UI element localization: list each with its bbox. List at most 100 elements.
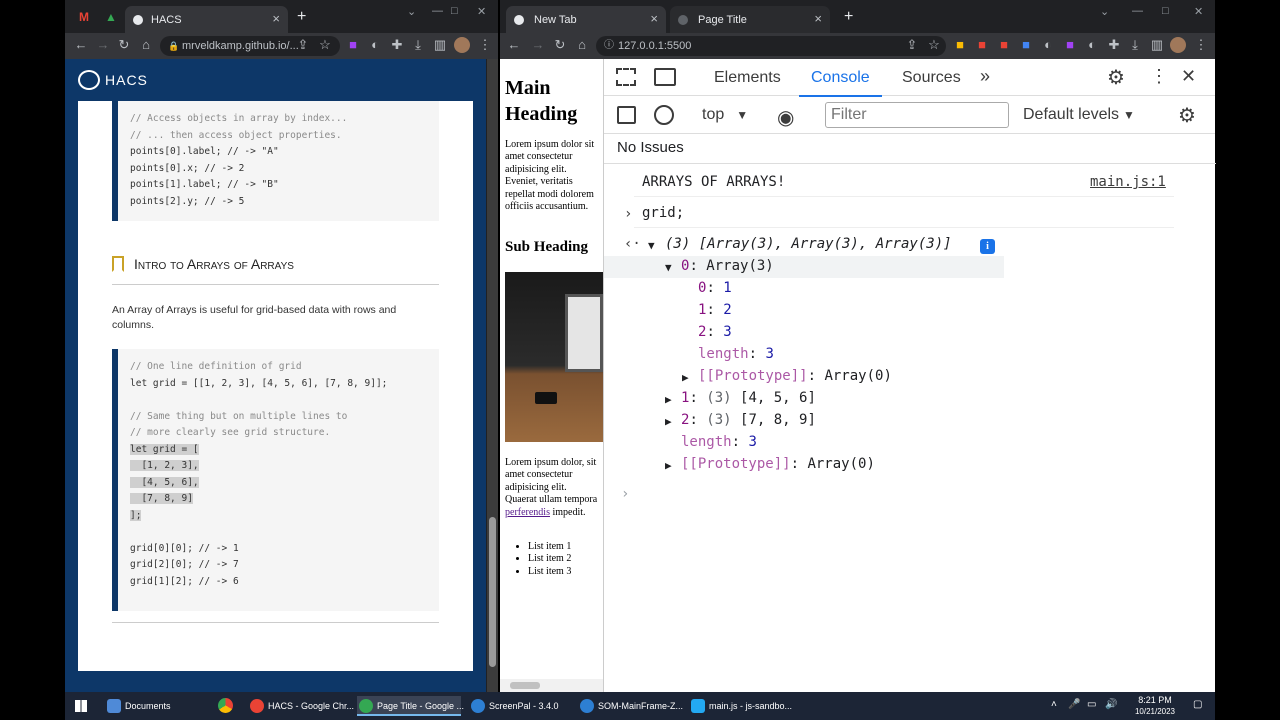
menu-icon[interactable]: ⋮ — [477, 37, 493, 53]
download-icon[interactable]: ⤓ — [410, 37, 426, 53]
sidepanel-icon[interactable]: ▥ — [1149, 37, 1165, 53]
extension-icon[interactable]: ■ — [996, 37, 1012, 53]
page-scrollbar[interactable] — [487, 59, 498, 692]
reload-icon[interactable]: ↻ — [116, 37, 132, 53]
close-window-icon[interactable]: ✕ — [477, 5, 486, 18]
issues-bar[interactable]: No Issues — [617, 139, 684, 156]
close-tab-icon[interactable]: × — [814, 11, 822, 26]
tab-search-icon[interactable]: ⌄ — [1100, 5, 1109, 18]
extension-icon[interactable]: ◐ — [367, 37, 383, 53]
tree-node-0[interactable]: 0: Array(3) — [681, 258, 774, 274]
taskbar-item-vscode[interactable]: main.js - js-sandbo... — [689, 696, 793, 716]
forward-icon[interactable]: → — [530, 37, 546, 53]
horizontal-scrollbar[interactable] — [500, 679, 603, 692]
selected-text[interactable]: [7, 8, 9] — [130, 493, 193, 504]
bookmark-star-icon[interactable]: ☆ — [317, 37, 333, 53]
result-summary[interactable]: (3) [Array(3), Array(3), Array(3)] — [665, 236, 952, 252]
taskbar-item-documents[interactable]: Documents — [105, 696, 205, 716]
device-toolbar-icon[interactable] — [654, 68, 676, 86]
notification-icon[interactable]: ▢ — [1193, 699, 1202, 710]
console-prompt-icon[interactable]: › — [621, 486, 629, 502]
levels-dropdown[interactable]: Default levels ▼ — [1023, 106, 1135, 124]
filter-input[interactable] — [825, 102, 1009, 128]
forward-icon[interactable]: → — [95, 37, 111, 53]
scrollbar-thumb[interactable] — [510, 682, 540, 689]
gmail-pinned-icon[interactable]: M — [79, 10, 89, 24]
tab-console[interactable]: Console — [799, 69, 882, 97]
tab-new-tab[interactable]: New Tab × — [506, 6, 666, 33]
tab-search-icon[interactable]: ⌄ — [407, 5, 416, 18]
extension-icon[interactable]: ■ — [1018, 37, 1034, 53]
scrollbar-thumb[interactable] — [489, 517, 496, 667]
puzzle-icon[interactable]: ✚ — [1106, 37, 1122, 53]
reload-icon[interactable]: ↻ — [552, 37, 568, 53]
extension-icon[interactable]: ■ — [345, 37, 361, 53]
back-icon[interactable]: ← — [506, 37, 522, 53]
avatar[interactable] — [454, 37, 470, 53]
taskbar-item-screenpal[interactable]: ScreenPal - 3.4.0 — [469, 696, 573, 716]
home-icon[interactable]: ⌂ — [574, 37, 590, 53]
maximize-icon[interactable]: □ — [451, 5, 458, 17]
perferendis-link[interactable]: perferendis — [505, 507, 550, 518]
selected-text[interactable]: [4, 5, 6], — [130, 476, 199, 488]
collapsed-triangle-icon[interactable]: ▶ — [665, 393, 672, 406]
kebab-menu-icon[interactable]: ⋮ — [1150, 66, 1168, 87]
close-window-icon[interactable]: ✕ — [1194, 5, 1203, 18]
collapsed-triangle-icon[interactable]: ▶ — [682, 371, 689, 384]
close-tab-icon[interactable]: × — [650, 11, 658, 26]
selected-text[interactable]: [1, 2, 3], — [130, 460, 199, 471]
collapsed-triangle-icon[interactable]: ▶ — [665, 459, 672, 472]
home-icon[interactable]: ⌂ — [138, 37, 154, 53]
context-selector[interactable]: top ▼ — [702, 106, 748, 124]
address-bar[interactable]: 🔒 mrveldkamp.github.io/... — [160, 36, 340, 56]
selected-text[interactable]: let grid = [ — [130, 443, 199, 455]
tab-elements[interactable]: Elements — [714, 69, 781, 87]
hacs-logo-icon[interactable] — [78, 70, 100, 90]
back-icon[interactable]: ← — [73, 37, 89, 53]
share-icon[interactable]: ⇪ — [295, 37, 311, 53]
clock[interactable]: 8:21 PM 10/21/2023 — [1125, 695, 1185, 717]
chrome-icon[interactable] — [218, 698, 233, 713]
selected-text[interactable]: ]; — [130, 509, 142, 521]
new-tab-icon[interactable]: + — [297, 8, 306, 26]
puzzle-icon[interactable]: ✚ — [389, 37, 405, 53]
extension-icon[interactable]: ◐ — [1040, 37, 1056, 53]
settings-gear-icon[interactable]: ⚙ — [1107, 65, 1125, 90]
share-icon[interactable]: ⇪ — [904, 37, 920, 53]
close-devtools-icon[interactable]: ✕ — [1181, 66, 1196, 87]
minimize-icon[interactable]: — — [432, 5, 443, 17]
menu-icon[interactable]: ⋮ — [1193, 37, 1209, 53]
sidebar-toggle-icon[interactable] — [617, 106, 636, 124]
inspect-element-icon[interactable] — [616, 68, 636, 86]
tree-node-2[interactable]: 2: (3) [7, 8, 9] — [681, 412, 816, 428]
prototype-node[interactable]: [[Prototype]]: Array(0) — [698, 368, 892, 384]
live-expression-eye-icon[interactable]: ◉ — [777, 105, 794, 130]
close-tab-icon[interactable]: × — [272, 11, 280, 26]
download-icon[interactable]: ⤓ — [1127, 37, 1143, 53]
tab-hacs[interactable]: HACS × — [125, 6, 288, 33]
taskbar-item-hacs[interactable]: HACS - Google Chr... — [248, 696, 354, 716]
taskbar-item-page-title[interactable]: Page Title - Google ... — [357, 696, 464, 716]
extension-icon[interactable]: ◐ — [1084, 37, 1100, 53]
tray-chevron-icon[interactable]: ˄ — [1051, 699, 1057, 710]
taskbar-item-som[interactable]: SOM-MainFrame-Z... — [578, 696, 688, 716]
site-title[interactable]: HACS — [105, 72, 148, 88]
bookmark-star-icon[interactable]: ☆ — [926, 37, 942, 53]
address-bar[interactable]: ⓘ 127.0.0.1:5500 — [596, 36, 946, 56]
extension-icon[interactable]: ■ — [952, 37, 968, 53]
network-icon[interactable]: ▭ — [1087, 699, 1096, 710]
clear-console-icon[interactable] — [654, 105, 674, 125]
tab-page-title[interactable]: Page Title × — [670, 6, 830, 33]
log-source-link[interactable]: main.js:1 — [1090, 174, 1166, 190]
microphone-icon[interactable]: 🎤 — [1068, 699, 1080, 710]
avatar[interactable] — [1170, 37, 1186, 53]
windows-start-icon[interactable] — [75, 700, 87, 712]
drive-pinned-icon[interactable]: ▲ — [105, 10, 117, 24]
new-tab-icon[interactable]: + — [844, 8, 853, 26]
console-settings-icon[interactable]: ⚙ — [1178, 103, 1196, 128]
info-badge-icon[interactable]: i — [980, 239, 995, 254]
sidepanel-icon[interactable]: ▥ — [432, 37, 448, 53]
minimize-icon[interactable]: — — [1132, 5, 1143, 17]
extension-icon[interactable]: ■ — [1062, 37, 1078, 53]
expanded-triangle-icon[interactable]: ▼ — [648, 239, 655, 252]
